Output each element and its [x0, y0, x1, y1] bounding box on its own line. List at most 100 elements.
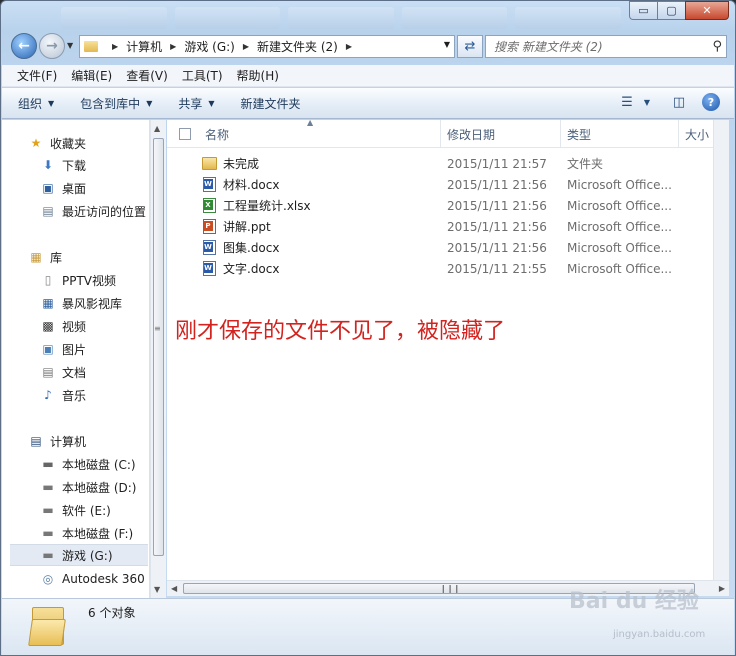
scroll-up-icon[interactable]: ▲: [154, 124, 160, 133]
file-row[interactable]: 未完成 2015/1/11 21:57 文件夹: [167, 153, 729, 174]
preview-pane-icon[interactable]: ◫: [670, 93, 688, 111]
file-type: Microsoft Office...: [567, 261, 672, 276]
file-row[interactable]: 文字.docx 2015/1/11 21:55 Microsoft Office…: [167, 258, 729, 279]
share-label: 共享: [178, 96, 203, 111]
nav-label: 暴风影视库: [62, 296, 123, 311]
close-button[interactable]: ✕: [685, 1, 729, 20]
breadcrumb-drive[interactable]: 游戏 (G:): [184, 38, 235, 55]
nav-label: 库: [50, 250, 63, 265]
chevron-right-icon[interactable]: ▶: [112, 42, 118, 51]
include-in-library-button[interactable]: 包含到库中 ▼: [80, 95, 152, 112]
refresh-button[interactable]: ⇄: [457, 35, 483, 58]
file-list-vertical-scrollbar[interactable]: [713, 120, 729, 580]
excel-doc-icon: [201, 198, 217, 214]
file-type: 文件夹: [567, 157, 604, 171]
picture-icon: ▣: [42, 342, 54, 356]
select-all-checkbox[interactable]: [179, 128, 191, 140]
drive-icon: ▬: [42, 526, 54, 540]
nav-label: 音乐: [62, 388, 87, 403]
minimize-button[interactable]: ▭: [629, 1, 657, 20]
file-name: 文字.docx: [223, 262, 280, 276]
back-button[interactable]: ←: [11, 33, 37, 59]
nav-label: 桌面: [62, 181, 87, 196]
forward-button[interactable]: →: [39, 33, 65, 59]
scrollbar-thumb[interactable]: [153, 138, 164, 556]
breadcrumb-folder[interactable]: 新建文件夹 (2): [257, 38, 338, 55]
document-icon: ▤: [42, 365, 54, 379]
menu-edit[interactable]: 编辑(E): [66, 67, 117, 84]
chevron-right-icon[interactable]: ▶: [346, 42, 352, 51]
caption-buttons: ▭ ▢ ✕: [629, 1, 729, 20]
word-doc-icon: [201, 177, 217, 193]
file-name: 工程量统计.xlsx: [223, 199, 311, 213]
file-date: 2015/1/11 21:55: [447, 261, 547, 276]
search-icon[interactable]: ⚲: [712, 39, 722, 54]
drive-icon: ▬: [42, 480, 54, 494]
watermark-url: jingyan.baidu.com: [613, 629, 706, 640]
word-doc-icon: [201, 261, 217, 277]
breadcrumb-computer[interactable]: 计算机: [126, 38, 162, 55]
file-row[interactable]: 讲解.ppt 2015/1/11 21:56 Microsoft Office.…: [167, 216, 729, 237]
view-dropdown-icon[interactable]: ▼: [638, 93, 656, 111]
file-row[interactable]: 工程量统计.xlsx 2015/1/11 21:56 Microsoft Off…: [167, 195, 729, 216]
chevron-right-icon[interactable]: ▶: [243, 42, 249, 51]
new-folder-button[interactable]: 新建文件夹: [241, 95, 301, 112]
nav-label: 本地磁盘 (C:): [62, 457, 136, 472]
chevron-down-icon: ▼: [48, 98, 55, 108]
scroll-left-icon[interactable]: ◀: [171, 584, 177, 593]
nav-drive-g[interactable]: ▬ 游戏 (G:): [10, 544, 148, 566]
file-type: Microsoft Office...: [567, 240, 672, 255]
scroll-right-icon[interactable]: ▶: [719, 584, 725, 593]
file-date: 2015/1/11 21:56: [447, 240, 547, 255]
grip-icon: ≡: [154, 324, 161, 333]
file-date: 2015/1/11 21:56: [447, 198, 547, 213]
view-options-icon[interactable]: ☰: [618, 93, 636, 111]
organize-button[interactable]: 组织 ▼: [18, 95, 54, 112]
star-icon: ★: [30, 136, 42, 150]
column-date-label: 修改日期: [447, 127, 496, 142]
search-input[interactable]: 搜索 新建文件夹 (2) ⚲: [485, 35, 727, 58]
file-row[interactable]: 材料.docx 2015/1/11 21:56 Microsoft Office…: [167, 174, 729, 195]
nav-label: 本地磁盘 (F:): [62, 526, 134, 541]
video-icon: ▩: [42, 319, 54, 333]
address-bar[interactable]: ▶ 计算机 ▶ 游戏 (G:) ▶ 新建文件夹 (2) ▶ ▼: [79, 35, 455, 58]
maximize-button[interactable]: ▢: [657, 1, 685, 20]
recent-pages-dropdown[interactable]: ▼: [67, 41, 73, 50]
file-name: 讲解.ppt: [223, 220, 271, 234]
nav-label: 本地磁盘 (D:): [62, 480, 137, 495]
library-icon: ▦: [30, 250, 42, 264]
nav-label: 收藏夹: [50, 136, 87, 151]
chevron-right-icon[interactable]: ▶: [170, 42, 176, 51]
menu-tools[interactable]: 工具(T): [177, 67, 228, 84]
nav-label: 文档: [62, 365, 87, 380]
drive-icon: ▬: [42, 503, 54, 517]
nav-label: 图片: [62, 342, 87, 357]
folder-icon: [84, 41, 98, 52]
word-doc-icon: [201, 240, 217, 256]
nav-label: Autodesk 360: [62, 572, 145, 586]
scroll-down-icon[interactable]: ▼: [154, 585, 160, 594]
file-row[interactable]: 图集.docx 2015/1/11 21:56 Microsoft Office…: [167, 237, 729, 258]
address-dropdown-icon[interactable]: ▼: [444, 40, 450, 49]
help-icon[interactable]: ?: [702, 93, 720, 111]
navigation-pane: ★ 收藏夹 ⬇ 下载 ▣ 桌面 ▤ 最近访问的位置 ▦ 库 ▯ PPTV视频 ▦ 暴风影视库 …: [2, 120, 150, 598]
nav-label: 最近访问的位置: [62, 204, 147, 219]
file-date: 2015/1/11 21:57: [447, 156, 547, 171]
menu-view[interactable]: 查看(V): [121, 67, 173, 84]
menu-file[interactable]: 文件(F): [12, 67, 62, 84]
nav-label: 视频: [62, 319, 87, 334]
command-bar: 组织 ▼ 包含到库中 ▼ 共享 ▼ 新建文件夹 ☰ ▼ ◫ ?: [2, 88, 734, 119]
cloud-drive-icon: ◎: [42, 572, 54, 586]
column-date[interactable]: 修改日期: [441, 120, 561, 148]
menu-help[interactable]: 帮助(H): [232, 67, 284, 84]
column-name[interactable]: 名称 ▲: [167, 120, 441, 148]
chevron-down-icon: ▼: [146, 98, 153, 108]
new-folder-label: 新建文件夹: [240, 96, 301, 111]
column-type[interactable]: 类型: [561, 120, 679, 148]
nav-pane-scrollbar[interactable]: ▲ ≡ ▼: [150, 120, 166, 598]
share-button[interactable]: 共享 ▼: [178, 95, 214, 112]
chevron-down-icon: ▼: [208, 98, 215, 108]
file-date: 2015/1/11 21:56: [447, 177, 547, 192]
organize-label: 组织: [18, 96, 43, 111]
nav-label: 软件 (E:): [62, 503, 111, 518]
